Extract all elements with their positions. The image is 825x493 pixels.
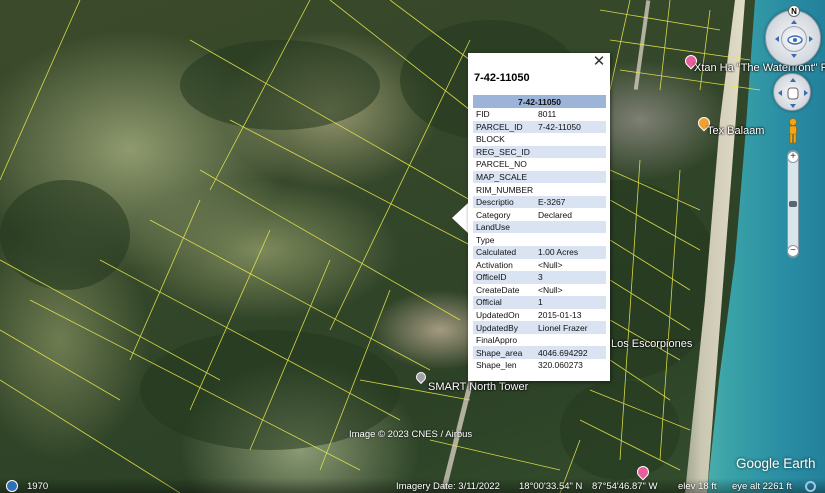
attribute-value: E-3267 bbox=[535, 195, 606, 209]
attribute-value bbox=[535, 183, 606, 196]
attribute-row: Activation <Null> bbox=[473, 259, 606, 272]
attribute-value bbox=[535, 158, 606, 171]
attribute-row: FinalAppro bbox=[473, 334, 606, 347]
move-joystick-icon[interactable] bbox=[781, 26, 807, 52]
attribute-row: Shape_area 4046.694292 bbox=[473, 346, 606, 359]
attribute-value: 7-42-11050 bbox=[535, 120, 606, 134]
attribute-row: UpdatedBy Lionel Frazer bbox=[473, 321, 606, 334]
zoom-in-button[interactable]: + bbox=[787, 151, 799, 163]
zoom-slider[interactable]: + − bbox=[787, 150, 799, 258]
attribute-key: Type bbox=[476, 234, 495, 245]
attribute-value: 1.00 Acres bbox=[535, 246, 606, 259]
attribute-key: CreateDate bbox=[476, 284, 520, 295]
attribute-key: UpdatedBy bbox=[473, 321, 535, 334]
satellite-map[interactable]: Xtan Ha "The Waterfront" Resort Tex Bala… bbox=[0, 0, 825, 493]
attribute-row: RIM_NUMBER bbox=[473, 183, 606, 196]
attribute-key: Shape_area bbox=[473, 346, 535, 359]
attribute-row: Official 1 bbox=[473, 296, 606, 309]
attribute-value bbox=[535, 220, 606, 234]
attribute-key: BLOCK bbox=[476, 134, 505, 145]
attribute-key: PARCEL_ID bbox=[473, 120, 535, 134]
longitude-readout: 87°54'46.87" W bbox=[592, 481, 658, 492]
image-attribution: Image © 2023 CNES / Airbus bbox=[349, 429, 473, 440]
attribute-row: PARCEL_ID 7-42-11050 bbox=[473, 120, 606, 134]
attribute-row: CreateDate <Null> bbox=[473, 284, 606, 297]
attribute-row: Calculated 1.00 Acres bbox=[473, 246, 606, 259]
attribute-value: <Null> bbox=[538, 259, 563, 270]
pegman-icon[interactable] bbox=[787, 118, 799, 144]
attribute-value: <Null> bbox=[538, 284, 563, 295]
attribute-key: OfficeID bbox=[473, 271, 535, 284]
attribute-key: RIM_NUMBER bbox=[476, 184, 534, 195]
attribute-row: FID 8011 bbox=[473, 108, 606, 121]
attribute-value: 1 bbox=[535, 296, 606, 309]
attribute-key: FinalAppro bbox=[476, 335, 518, 346]
attribute-value bbox=[535, 145, 606, 159]
compass-north-icon[interactable]: N bbox=[788, 5, 800, 17]
attribute-key: Shape_len bbox=[476, 360, 517, 371]
attribute-key: PARCEL_NO bbox=[476, 159, 527, 170]
attribute-value: 2015-01-13 bbox=[538, 310, 582, 321]
status-bar: 1970 Imagery Date: 3/11/2022 18°00'33.54… bbox=[0, 478, 825, 493]
history-year[interactable]: 1970 bbox=[27, 481, 48, 492]
attribute-row: Descriptio E-3267 bbox=[473, 195, 606, 209]
attribute-value: 8011 bbox=[538, 109, 557, 120]
eye-icon bbox=[787, 35, 803, 45]
attribute-value bbox=[535, 170, 606, 184]
attribute-row: Type bbox=[473, 233, 606, 246]
attribute-row: Category Declared bbox=[473, 208, 606, 221]
imagery-date: Imagery Date: 3/11/2022 bbox=[396, 481, 500, 492]
attribute-row: LandUse bbox=[473, 220, 606, 234]
balloon-pointer bbox=[452, 203, 468, 233]
attribute-row: UpdatedOn 2015-01-13 bbox=[473, 309, 606, 322]
balloon-title: 7-42-11050 bbox=[474, 72, 530, 84]
attribute-value: 3 bbox=[535, 271, 606, 284]
close-icon[interactable]: ✕ bbox=[592, 54, 606, 70]
attribute-value bbox=[535, 133, 606, 146]
attribute-row: OfficeID 3 bbox=[473, 271, 606, 284]
attribute-key: REG_SEC_ID bbox=[473, 145, 535, 159]
zoom-slider-thumb[interactable] bbox=[789, 201, 797, 207]
attribute-value bbox=[535, 334, 606, 347]
attribute-key: LandUse bbox=[473, 220, 535, 234]
google-earth-logo: Google Earth bbox=[736, 456, 816, 471]
attribute-key: FID bbox=[476, 109, 490, 120]
attribute-row: Shape_len 320.060273 bbox=[473, 359, 606, 372]
streaming-progress-icon bbox=[805, 481, 816, 492]
attribute-table: 7-42-11050 FID 8011 PARCEL_ID 7-42-11050 BLO… bbox=[473, 95, 606, 371]
attribute-value: 4046.694292 bbox=[535, 346, 606, 359]
place-label-xtan-ha[interactable]: Xtan Ha "The Waterfront" Resort bbox=[694, 62, 825, 74]
compass-ring[interactable]: N bbox=[765, 5, 821, 66]
attribute-key: Official bbox=[473, 296, 535, 309]
attribute-row: BLOCK bbox=[473, 133, 606, 146]
zoom-out-button[interactable]: − bbox=[787, 245, 799, 257]
latitude-readout: 18°00'33.54" N bbox=[519, 481, 583, 492]
place-label-smart-tower[interactable]: SMART North Tower bbox=[428, 381, 528, 393]
attribute-key: MAP_SCALE bbox=[473, 170, 535, 184]
table-header: 7-42-11050 bbox=[473, 95, 606, 108]
historical-imagery-icon[interactable] bbox=[6, 480, 18, 492]
look-around-control[interactable] bbox=[773, 73, 811, 111]
parcel-info-balloon: ✕ 7-42-11050 7-42-11050 FID 8011 PARCEL_ID… bbox=[468, 53, 610, 381]
attribute-value bbox=[535, 233, 606, 246]
attribute-row: PARCEL_NO bbox=[473, 158, 606, 171]
place-label-tex-balaam[interactable]: Tex Balaam bbox=[707, 125, 764, 137]
hand-icon bbox=[778, 78, 808, 108]
elevation-readout: elev 18 ft bbox=[678, 481, 717, 492]
attribute-key: Calculated bbox=[473, 246, 535, 259]
attribute-key: UpdatedOn bbox=[476, 310, 520, 321]
attribute-key: Activation bbox=[476, 259, 513, 270]
attribute-key: Category bbox=[476, 209, 511, 220]
attribute-row: REG_SEC_ID bbox=[473, 145, 606, 159]
attribute-row: MAP_SCALE bbox=[473, 170, 606, 184]
attribute-value: Lionel Frazer bbox=[535, 321, 606, 334]
attribute-key: Descriptio bbox=[473, 195, 535, 209]
eye-altitude-readout: eye alt 2261 ft bbox=[732, 481, 792, 492]
place-label-los-escorpiones[interactable]: Los Escorpiones bbox=[611, 338, 692, 350]
attribute-value: Declared bbox=[538, 209, 573, 220]
attribute-value: 320.060273 bbox=[538, 360, 583, 371]
